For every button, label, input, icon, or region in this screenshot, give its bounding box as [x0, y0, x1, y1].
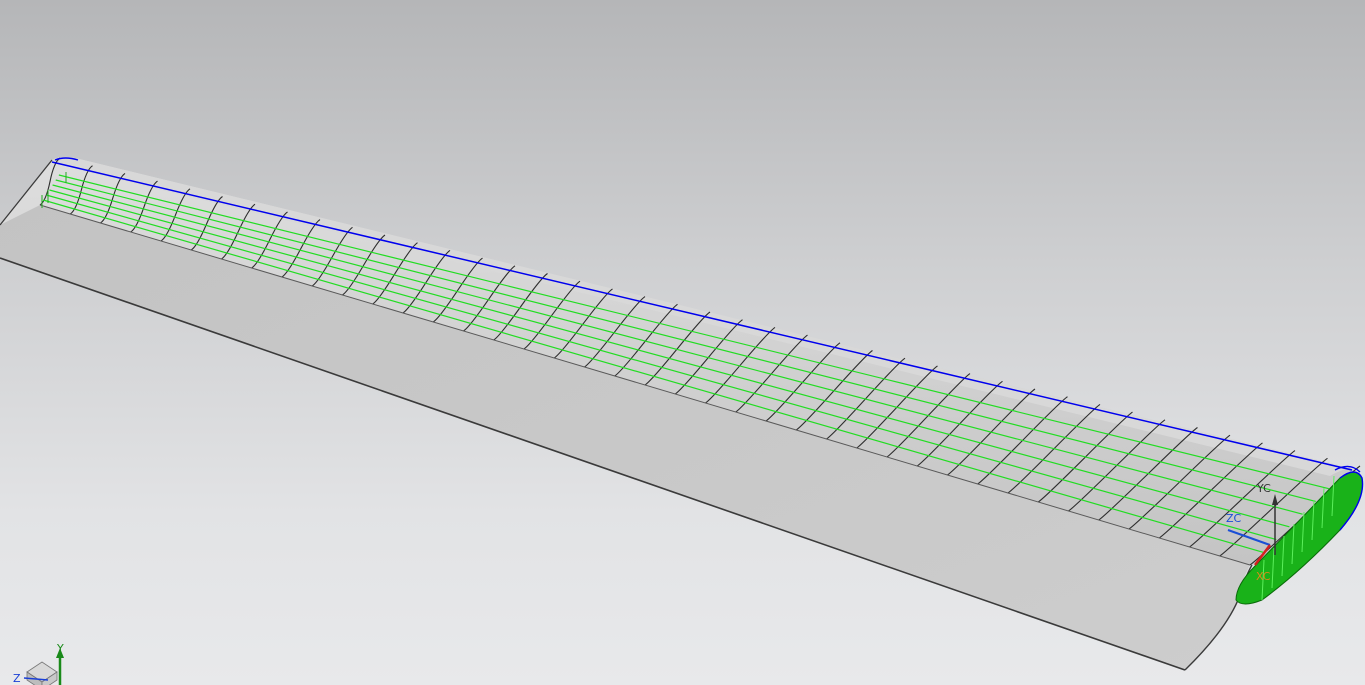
triad-z-label: Z [13, 672, 21, 685]
wcs-y-label: YC [1256, 482, 1271, 495]
wcs-z-label: ZC [1226, 512, 1242, 525]
wing-chord-edge [39, 204, 1251, 566]
mesh-line [42, 199, 1264, 553]
triad-y-label: Y [56, 642, 64, 655]
wcs-x-label: XC [1256, 570, 1271, 583]
graphics-viewport[interactable]: YC ZC XC Y Z [0, 0, 1365, 685]
wing-model-scene[interactable]: YC ZC XC Y Z [0, 0, 1365, 685]
view-triad[interactable]: Y Z [13, 642, 64, 685]
view-cube-icon[interactable] [26, 661, 58, 685]
